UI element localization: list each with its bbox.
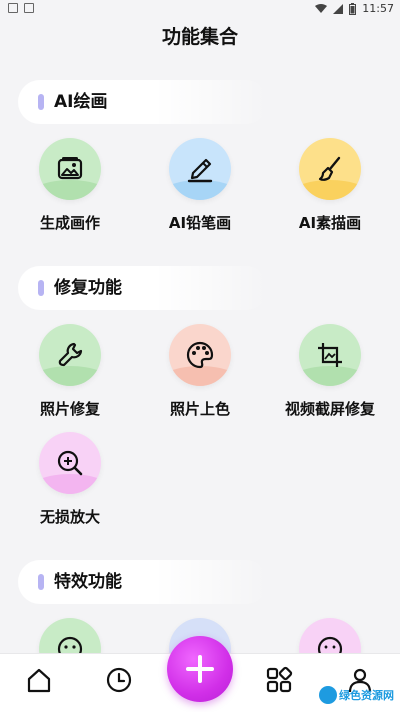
tool-label: 生成画作: [39, 214, 100, 232]
tool-icon-bg: [299, 138, 361, 200]
wifi-icon: [315, 3, 328, 13]
watermark: 绿色资源网: [319, 686, 394, 704]
tool-icon-bg: [169, 138, 231, 200]
tool-lossless-upscale[interactable]: 无损放大: [10, 432, 130, 527]
section-header-ai: AI绘画: [18, 80, 268, 124]
battery-icon: [349, 2, 357, 15]
tool-label: AI铅笔画: [168, 214, 232, 232]
history-icon: [106, 667, 132, 693]
section-accent-bar: [38, 94, 44, 110]
tool-icon-bg: [39, 324, 101, 386]
palette-icon: [186, 341, 214, 369]
section-header-effects: 特效功能: [18, 560, 268, 604]
tool-generate-artwork[interactable]: 生成画作: [10, 138, 130, 233]
app-notification-icon: [24, 3, 34, 13]
status-bar: 11:57: [0, 0, 400, 18]
image-icon: [57, 157, 83, 180]
signal-icon: [333, 3, 344, 14]
section-title-effects: 特效功能: [54, 572, 122, 592]
tool-label: 照片修复: [39, 400, 100, 418]
wrench-icon: [58, 342, 83, 367]
brush-icon: [318, 156, 341, 181]
nav-home[interactable]: [19, 660, 59, 700]
section-accent-bar: [38, 280, 44, 296]
status-time: 11:57: [362, 2, 394, 15]
tool-photo-colorize[interactable]: 照片上色: [140, 324, 260, 419]
watermark-logo-icon: [319, 686, 337, 704]
section-title-repair: 修复功能: [54, 278, 122, 298]
section-title-ai: AI绘画: [54, 92, 108, 112]
pencil-icon: [187, 158, 213, 183]
crop-icon: [318, 343, 342, 367]
tool-icon-bg: [39, 138, 101, 200]
tool-icon-bg: [39, 432, 101, 494]
grid-icon: [266, 666, 293, 693]
add-button[interactable]: [167, 636, 233, 702]
tool-icon-bg: [299, 324, 361, 386]
tool-label: AI素描画: [298, 214, 362, 232]
tool-label: 视频截屏修复: [284, 400, 375, 418]
gallery-notification-icon: [8, 3, 18, 13]
section-header-repair: 修复功能: [18, 266, 268, 310]
watermark-text: 绿色资源网: [339, 689, 394, 702]
tool-video-screenshot-repair[interactable]: 视频截屏修复: [270, 324, 390, 419]
nav-apps[interactable]: [259, 660, 299, 700]
home-icon: [27, 668, 51, 693]
page-title: 功能集合: [161, 26, 238, 48]
tool-icon-bg: [169, 324, 231, 386]
zoom-in-icon: [57, 450, 83, 476]
tool-ai-sketch[interactable]: AI素描画: [270, 138, 390, 233]
section-accent-bar: [38, 574, 44, 590]
tool-label: 照片上色: [169, 400, 230, 418]
tool-label: 无损放大: [39, 508, 100, 526]
tool-photo-repair[interactable]: 照片修复: [10, 324, 130, 419]
tool-ai-pencil[interactable]: AI铅笔画: [140, 138, 260, 233]
nav-history[interactable]: [99, 660, 139, 700]
add-icon: [186, 655, 214, 683]
